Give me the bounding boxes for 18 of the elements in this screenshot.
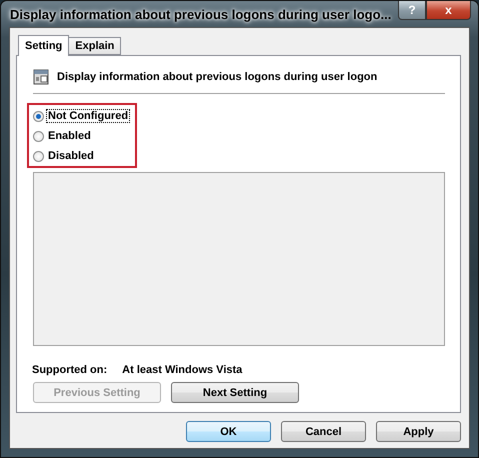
close-button[interactable]: x [426, 1, 471, 20]
tab[interactable]: Setting [18, 35, 70, 56]
dialog-button[interactable]: Cancel [281, 421, 366, 442]
dialog-button[interactable]: OK [186, 421, 271, 442]
dialog-button[interactable]: Apply [376, 421, 461, 442]
radio-button[interactable] [33, 130, 44, 142]
radio-button[interactable] [33, 150, 44, 162]
radio-label[interactable]: Enabled [47, 130, 92, 142]
next-setting-button[interactable]: Next Setting [171, 382, 299, 403]
policy-icon [33, 69, 49, 85]
radio-label[interactable]: Disabled [47, 150, 95, 162]
supported-label: Supported on: [32, 364, 108, 376]
radio-button[interactable] [33, 110, 44, 122]
window-title: Display information about previous logons during user logo... [10, 6, 392, 22]
radio-label[interactable]: Not Configured [47, 110, 130, 122]
policy-name: Display information about previous logons during user logon [57, 71, 378, 83]
tab[interactable]: Explain [69, 37, 122, 55]
supported-value: At least Windows Vista [122, 364, 242, 376]
